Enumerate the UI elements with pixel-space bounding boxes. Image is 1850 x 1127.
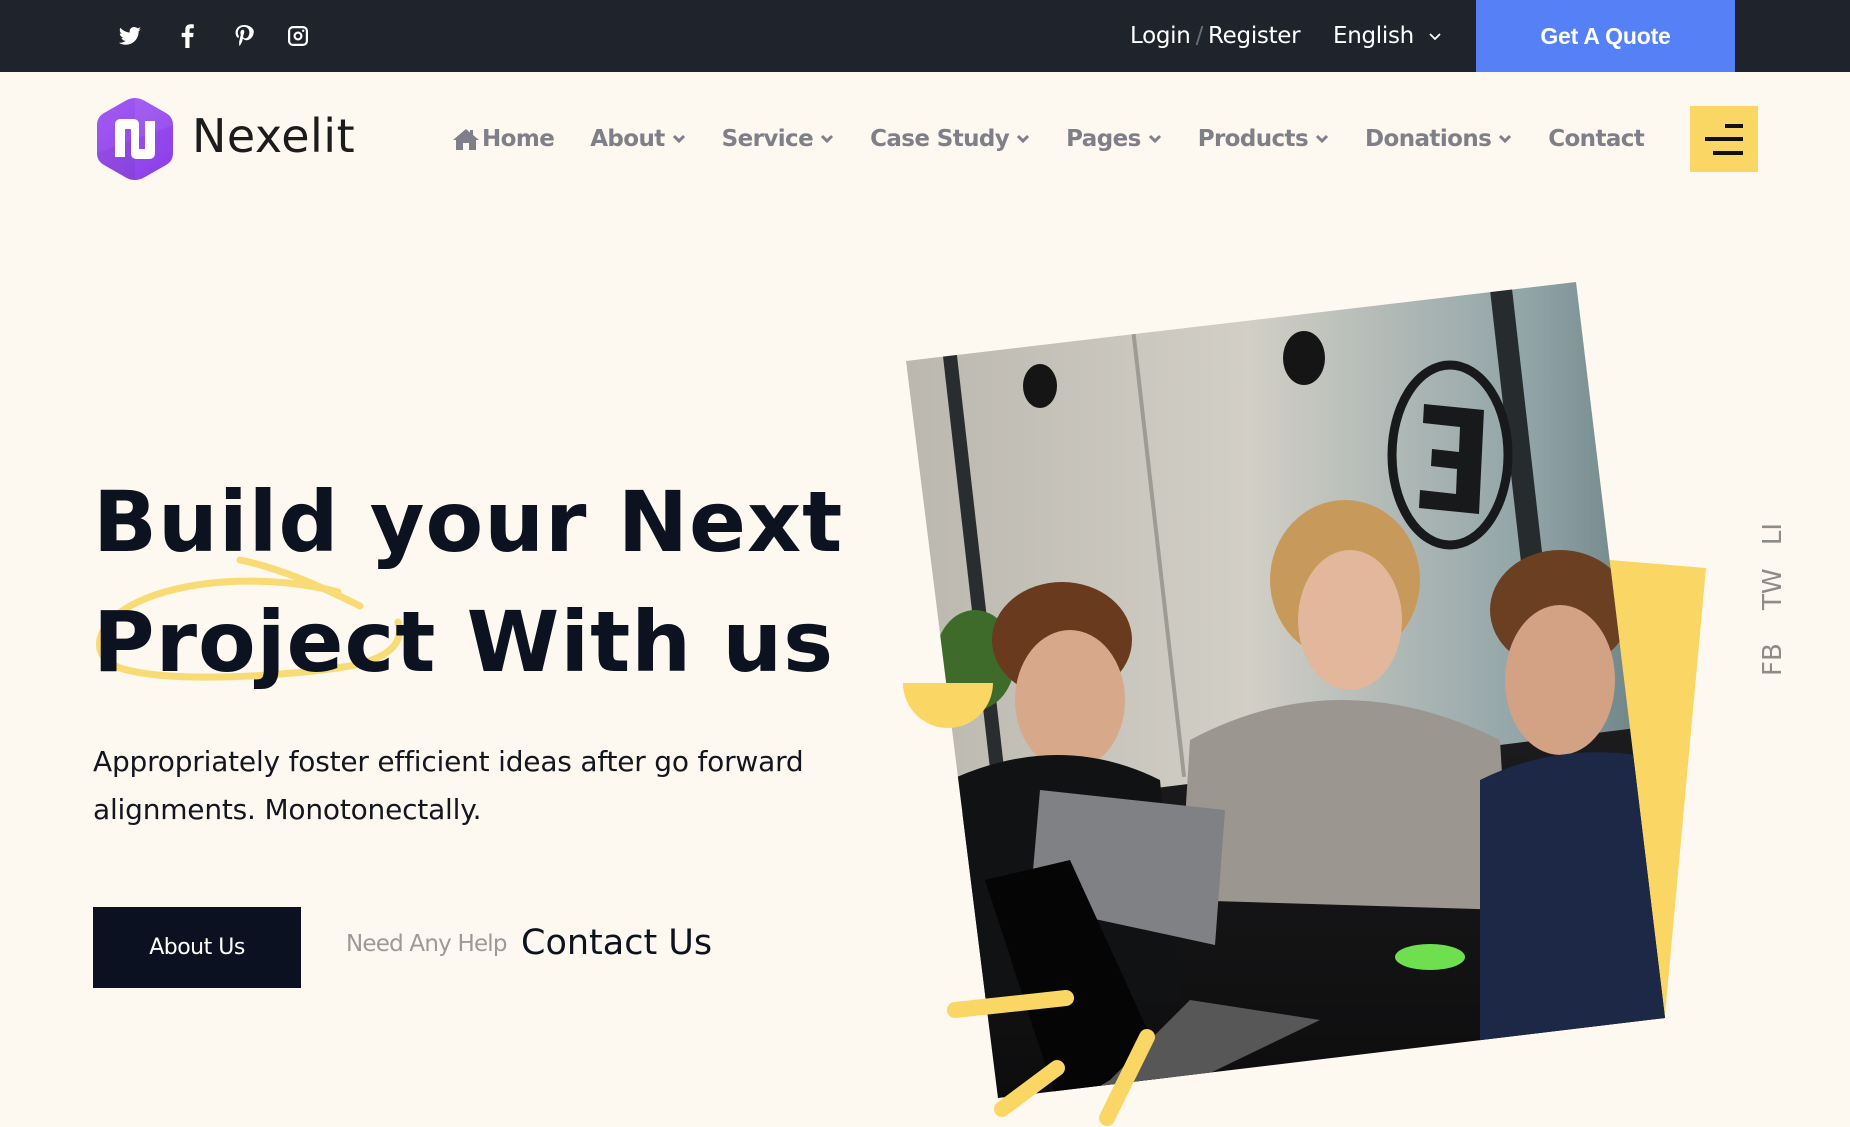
nav-item-products[interactable]: Products [1198, 126, 1329, 152]
chevron-down-icon [1429, 33, 1441, 41]
auth-links: Login / Register [1130, 0, 1301, 72]
nav-label: Donations [1365, 126, 1492, 152]
nav-item-service[interactable]: Service [722, 126, 834, 152]
nav-item-home[interactable]: Home [452, 126, 555, 152]
nav-label: Home [482, 126, 555, 152]
chevron-down-icon [1017, 134, 1030, 144]
chevron-down-icon [1315, 134, 1329, 144]
chevron-down-icon [672, 134, 685, 144]
side-social-fb[interactable]: FB [1758, 643, 1788, 676]
auth-separator: / [1195, 23, 1204, 49]
hero-title-highlight: Project [93, 593, 437, 691]
menu-line-top [1725, 124, 1743, 128]
team-photo [906, 282, 1665, 1098]
nav-item-case-study[interactable]: Case Study [870, 126, 1030, 152]
pinterest-link[interactable] [226, 0, 262, 72]
nav-item-donations[interactable]: Donations [1365, 126, 1512, 152]
nav-item-pages[interactable]: Pages [1066, 126, 1162, 152]
register-link[interactable]: Register [1208, 23, 1301, 49]
nav-item-about[interactable]: About [590, 126, 685, 152]
logo[interactable] [93, 95, 177, 183]
top-bar: Login / Register English Get A Quote [0, 0, 1850, 72]
facebook-link[interactable] [170, 0, 206, 72]
language-current: English [1333, 23, 1414, 49]
language-select[interactable]: English [1333, 0, 1442, 72]
menu-line-bottom [1713, 151, 1743, 155]
get-quote-button[interactable]: Get A Quote [1476, 0, 1735, 72]
nav-label: About [590, 126, 665, 152]
twitter-link[interactable] [112, 0, 148, 72]
hamburger-menu-button[interactable] [1690, 106, 1758, 172]
twitter-icon [118, 27, 141, 45]
nav-label: Service [721, 126, 814, 152]
hero-title-line-1: Build your Next [93, 473, 844, 571]
pinterest-icon [235, 25, 254, 46]
hero-description: Appropriately foster efficient ideas aft… [93, 745, 804, 826]
hero-title-line-2: Project With us [93, 582, 843, 702]
side-social-li[interactable]: LI [1758, 519, 1788, 549]
facebook-icon [181, 24, 194, 48]
chevron-down-icon [821, 134, 834, 144]
chevron-down-icon [1499, 134, 1512, 144]
nav-label: Case Study [870, 126, 1010, 152]
home-icon [453, 129, 479, 150]
hero-title-rest: With us [436, 593, 835, 691]
nexelit-logo-icon [97, 98, 173, 180]
contact-us-link[interactable]: Contact Us [521, 923, 712, 963]
main-nav: Home About Service Case Study Pages Prod… [452, 118, 1680, 160]
menu-line-middle [1705, 137, 1743, 141]
nav-label: Contact [1548, 126, 1645, 152]
help-text: Need Any Help [346, 931, 507, 957]
instagram-link[interactable] [280, 0, 316, 72]
instagram-icon [288, 26, 308, 46]
nav-item-contact[interactable]: Contact [1548, 126, 1645, 152]
hero-title: Build your Next Project With us [93, 462, 843, 702]
nav-label: Pages [1066, 126, 1141, 152]
login-link[interactable]: Login [1130, 23, 1191, 49]
side-social-tw[interactable]: TW [1758, 568, 1788, 610]
brand-name: Nexelit [192, 109, 356, 163]
about-us-button[interactable]: About Us [93, 907, 301, 988]
chevron-down-icon [1148, 134, 1161, 144]
nav-label: Products [1197, 126, 1309, 152]
